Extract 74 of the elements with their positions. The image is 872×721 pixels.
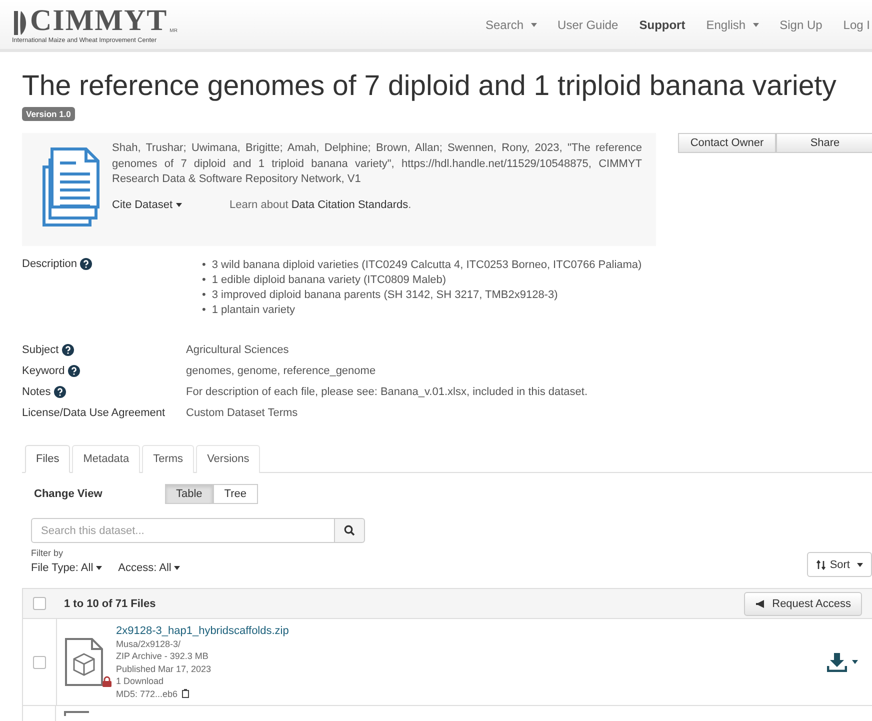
filter-dropdown[interactable]: File Type: All [31, 562, 102, 574]
metadata-value: For description of each file, please see: Banana_v.01.xlsx, included in this dataset. [186, 386, 589, 398]
list-bullet: • [202, 273, 206, 288]
search-field[interactable]: Search this dataset... [31, 518, 335, 543]
search-button[interactable] [335, 518, 365, 543]
cite-dataset-dropdown[interactable]: Cite Dataset [112, 198, 182, 210]
caret-icon [530, 22, 537, 26]
file-path: Musa/2x9128-3/ [116, 638, 182, 650]
description-item: 3 improved diploid banana parents (SH 3142, SH 3217, TMB2x9128-3) [212, 288, 558, 303]
download-menu[interactable] [827, 652, 858, 672]
help-icon [62, 344, 74, 356]
metadata-value: Agricultural Sciences [186, 344, 290, 356]
metadata-value: Custom Dataset Terms [186, 407, 299, 419]
citation-text: Shah, Trushar; Uwimana, Brigitte; Amah, Delphine; Brown, Allan; Swennen, Rony, 2023, "The reference genomes of 7 diploid and 1 triploid banana variety", https://hdl.handle.net/11529/10548875, CIMMYT Research Data & Software Repository Network, V1 [112, 141, 642, 187]
action-button[interactable]: Share [776, 133, 872, 153]
clipboard-icon[interactable] [182, 689, 190, 698]
list-bullet: • [202, 303, 206, 318]
file-name-link[interactable]: 2x9128-3_hap1_hybridscaffolds.zip [116, 624, 819, 638]
help-icon [80, 258, 92, 270]
nav-link[interactable]: User Guide [558, 18, 618, 32]
nav-link[interactable]: Search [486, 18, 537, 32]
caret-icon [174, 566, 180, 570]
caret-icon [852, 660, 858, 664]
megaphone-icon [755, 598, 766, 608]
nav-link[interactable]: Support [639, 18, 686, 32]
view-toggle[interactable]: Tree [213, 484, 258, 504]
file-checkbox[interactable] [33, 656, 46, 668]
wheat-logo-icon [12, 10, 28, 36]
sort-button[interactable]: Sort [806, 552, 872, 577]
request-access-button[interactable]: Request Access [744, 592, 862, 616]
view-toggle[interactable]: Table [165, 484, 214, 504]
search-icon [344, 525, 355, 536]
select-all-checkbox[interactable] [33, 597, 46, 610]
nav-link[interactable]: Log I [843, 18, 870, 32]
action-button[interactable]: Contact Owner [678, 133, 776, 153]
list-bullet: • [202, 288, 206, 303]
citation-standards-link[interactable]: Data Citation Standards [291, 198, 408, 210]
tab[interactable]: Files [25, 445, 70, 473]
dataset-title: The reference genomes of 7 diploid and 1 triploid banana variety [22, 70, 838, 103]
metadata-label: Keyword [22, 365, 65, 377]
lock-icon [102, 676, 112, 687]
file-type-size: ZIP Archive - 392.3 MB [116, 650, 210, 663]
caret-icon [96, 566, 102, 570]
tab[interactable]: Metadata [72, 445, 140, 473]
help-icon [54, 386, 66, 398]
download-count: 1 Download [116, 675, 165, 688]
caret-icon [752, 22, 759, 26]
citation-standards-text: Learn about Data Citation Standards. [230, 198, 412, 210]
file-published-date: Published Mar 17, 2023 [116, 662, 212, 676]
description-item: 3 wild banana diploid varieties (ITC0249 Calcutta 4, ITC0253 Borneo, ITC0766 Paliama) [212, 258, 642, 273]
metadata-label: License/Data Use Agreement [22, 407, 166, 419]
filter-dropdown[interactable]: Access: All [118, 562, 180, 574]
nav-link[interactable]: English [706, 18, 759, 32]
sort-icon [816, 560, 826, 570]
tab[interactable]: Terms [142, 445, 194, 473]
file-count: 1 to 10 of 71 Files [63, 598, 157, 610]
version-badge: Version 1.0 [22, 107, 75, 121]
list-bullet: • [202, 258, 206, 273]
caret-icon [176, 202, 182, 207]
description-item: 1 edible diploid banana variety (ITC0809 Maleb) [212, 273, 446, 288]
file-checksum: MD5: 772...eb6 [116, 688, 178, 700]
filter-label: Filter by [31, 548, 64, 558]
tab[interactable]: Versions [196, 445, 260, 473]
nav-link[interactable]: Sign Up [780, 18, 822, 32]
logo-wordmark: CIMMYT [30, 6, 168, 36]
metadata-label: Description [22, 258, 78, 270]
description-item: 1 plantain variety [212, 303, 296, 318]
caret-icon [857, 562, 863, 566]
metadata-label: Subject [22, 344, 59, 356]
metadata-label: Notes [22, 386, 51, 398]
download-icon [827, 652, 847, 672]
help-icon [68, 365, 80, 377]
change-view-label: Change View [34, 488, 104, 500]
metadata-value: genomes, genome, reference_genome [186, 365, 377, 377]
